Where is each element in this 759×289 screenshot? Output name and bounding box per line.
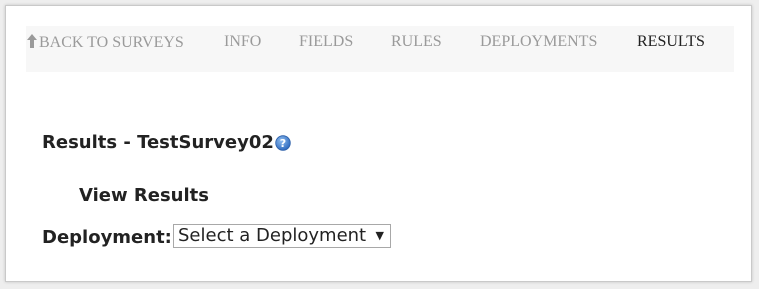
view-results-heading: View Results: [79, 185, 209, 206]
deployment-select[interactable]: Select a Deployment ▼: [173, 224, 391, 248]
up-arrow-icon: [27, 34, 37, 48]
tab-results[interactable]: RESULTS: [637, 33, 705, 51]
help-question-icon[interactable]: ?: [275, 135, 291, 151]
back-to-surveys-link[interactable]: BACK TO SURVEYS: [26, 33, 184, 52]
deployment-select-value: Select a Deployment: [178, 225, 367, 246]
deployment-label: Deployment:: [42, 227, 172, 248]
svg-text:?: ?: [280, 137, 286, 150]
caret-down-icon: ▼: [375, 229, 384, 242]
back-to-surveys-label: BACK TO SURVEYS: [39, 34, 184, 51]
tab-fields[interactable]: FIELDS: [299, 33, 353, 51]
results-panel: BACK TO SURVEYS INFO FIELDS RULES DEPLOY…: [5, 5, 752, 282]
page-title-text: Results - TestSurvey02: [42, 132, 274, 153]
tab-rules[interactable]: RULES: [391, 33, 442, 51]
page-title: Results - TestSurvey02 ?: [42, 132, 291, 154]
survey-nav-bar: BACK TO SURVEYS INFO FIELDS RULES DEPLOY…: [26, 26, 734, 72]
tab-deployments[interactable]: DEPLOYMENTS: [480, 33, 597, 51]
tab-info[interactable]: INFO: [224, 33, 261, 51]
